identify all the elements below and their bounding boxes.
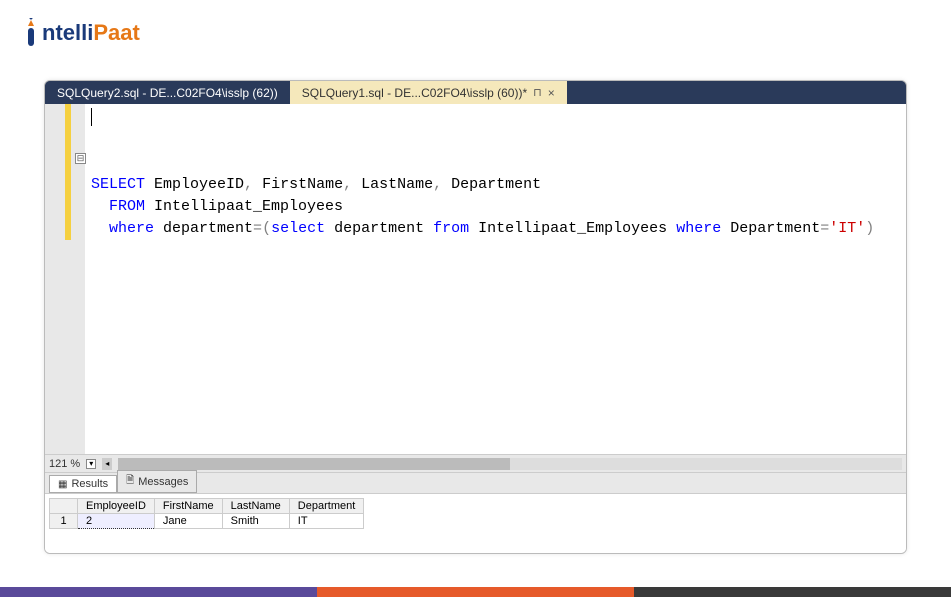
tab-label: SQLQuery1.sql - DE...C02FO4\isslp (60))* (302, 86, 527, 100)
results-table: EmployeeID FirstName LastName Department… (49, 498, 364, 529)
results-tabstrip: ▦ Results 🗎 Messages (45, 472, 906, 493)
cell-employeeid[interactable]: 2 (78, 514, 155, 529)
bar-orange (317, 587, 634, 597)
cell-lastname[interactable]: Smith (222, 514, 289, 529)
logo: ntelliPaat (22, 18, 140, 48)
col-employeeid[interactable]: EmployeeID (78, 499, 155, 514)
col-firstname[interactable]: FirstName (154, 499, 222, 514)
gutter (45, 104, 65, 464)
tab-messages[interactable]: 🗎 Messages (117, 470, 197, 493)
table-header-row: EmployeeID FirstName LastName Department (50, 499, 364, 514)
cell-firstname[interactable]: Jane (154, 514, 222, 529)
tab-label: Messages (138, 476, 188, 488)
pin-icon[interactable]: ⊓ (533, 86, 542, 99)
zoom-level: 121 % (49, 458, 80, 470)
tab-sqlquery1[interactable]: SQLQuery1.sql - DE...C02FO4\isslp (60))*… (290, 81, 567, 104)
messages-icon: 🗎 (126, 473, 134, 490)
zoom-dropdown-icon[interactable]: ▾ (86, 459, 96, 469)
col-lastname[interactable]: LastName (222, 499, 289, 514)
results-grid: EmployeeID FirstName LastName Department… (45, 493, 906, 553)
tabstrip: SQLQuery2.sql - DE...C02FO4\isslp (62)) … (45, 81, 906, 104)
rownum-header (50, 499, 78, 514)
grid-icon: ▦ (58, 479, 67, 490)
horizontal-scrollbar[interactable] (118, 458, 902, 470)
tab-sqlquery2[interactable]: SQLQuery2.sql - DE...C02FO4\isslp (62)) (45, 81, 290, 104)
code-area[interactable]: SELECT EmployeeID, FirstName, LastName, … (85, 104, 906, 464)
editor-window: SQLQuery2.sql - DE...C02FO4\isslp (62)) … (44, 80, 907, 554)
bar-purple (0, 587, 317, 597)
footer-bars (0, 587, 951, 597)
tab-label: SQLQuery2.sql - DE...C02FO4\isslp (62)) (57, 86, 278, 100)
collapse-toggle-icon[interactable]: ⊟ (75, 153, 86, 164)
tabstrip-fill (567, 81, 906, 104)
cell-department[interactable]: IT (289, 514, 363, 529)
editor-body: SELECT EmployeeID, FirstName, LastName, … (45, 104, 906, 464)
rownum-cell: 1 (50, 514, 78, 529)
logo-icon (22, 18, 40, 48)
col-department[interactable]: Department (289, 499, 363, 514)
bar-gray (634, 587, 951, 597)
scrollbar-thumb[interactable] (118, 458, 510, 470)
text-cursor (91, 108, 92, 126)
tab-label: Results (71, 478, 108, 490)
tab-results[interactable]: ▦ Results (49, 475, 117, 493)
close-icon[interactable]: × (548, 86, 555, 100)
table-row[interactable]: 1 2 Jane Smith IT (50, 514, 364, 529)
logo-text: ntelliPaat (42, 20, 140, 46)
scroll-left-icon[interactable]: ◂ (102, 458, 112, 470)
